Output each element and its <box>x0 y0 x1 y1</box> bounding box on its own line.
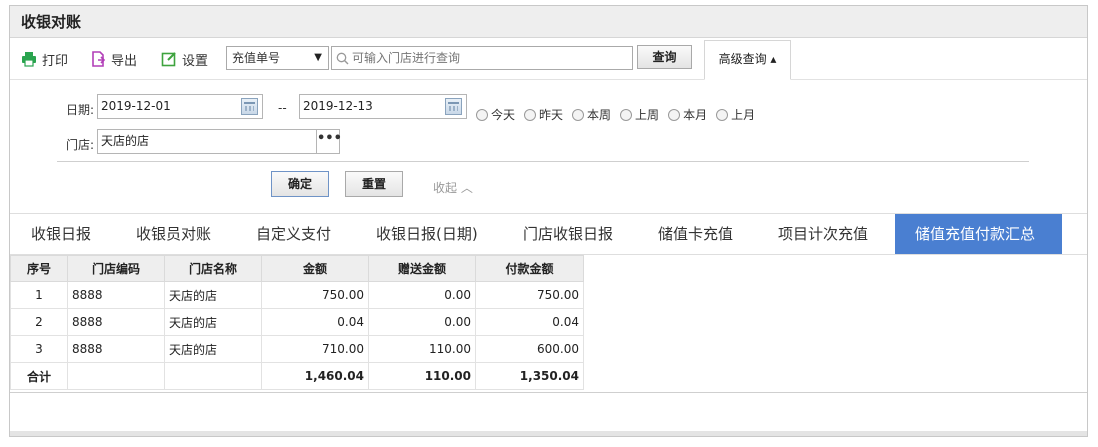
col-amount: 金额 <box>261 255 369 282</box>
date-to-input[interactable]: 2019-12-13 <box>299 94 467 119</box>
dropdown-arrow-icon: ▼ <box>314 52 322 63</box>
report-tabs: 收银日报 收银员对账 自定义支付 收银日报(日期) 门店收银日报 储值卡充值 项… <box>10 214 1087 255</box>
search-input[interactable] <box>352 51 622 65</box>
radio-last-month[interactable]: 上月 <box>716 106 755 123</box>
export-icon <box>90 51 106 67</box>
reset-button[interactable]: 重置 <box>345 171 403 197</box>
table-total-row: 合计 1,460.04 110.00 1,350.04 <box>10 362 584 390</box>
quick-range-radios: 今天 昨天 本周 上周 本月 上月 <box>476 106 764 123</box>
confirm-button[interactable]: 确定 <box>271 171 329 197</box>
radio-yesterday[interactable]: 昨天 <box>524 106 563 123</box>
horizontal-scrollbar[interactable] <box>10 431 1087 436</box>
tab-cashier-daily[interactable]: 收银日报 <box>31 214 91 254</box>
store-input[interactable]: 天店的店 <box>97 129 317 154</box>
tab-cashier-daily-by-date[interactable]: 收银日报(日期) <box>376 214 478 254</box>
calendar-icon[interactable] <box>445 98 462 115</box>
toolbar: 打印 导出 设置 充值单号 ▼ 查询 高级查询 ▴ <box>10 38 1087 80</box>
radio-circle-icon <box>572 108 585 121</box>
col-payment-amount: 付款金额 <box>475 255 584 282</box>
print-button[interactable]: 打印 <box>21 49 68 69</box>
calendar-icon[interactable] <box>241 98 258 115</box>
col-store-code: 门店编码 <box>67 255 165 282</box>
radio-circle-icon <box>716 108 729 121</box>
radio-this-month[interactable]: 本月 <box>668 106 707 123</box>
page-title: 收银对账 <box>10 6 1087 38</box>
query-button[interactable]: 查询 <box>637 45 692 69</box>
store-value: 天店的店 <box>101 134 150 148</box>
advanced-query-toggle[interactable]: 高级查询 ▴ <box>704 40 791 80</box>
tab-store-cashier-daily[interactable]: 门店收银日报 <box>523 214 613 254</box>
radio-circle-icon <box>524 108 537 121</box>
print-label: 打印 <box>42 53 69 69</box>
printer-icon <box>21 51 37 67</box>
settings-button[interactable]: 设置 <box>161 49 208 69</box>
collapse-toggle[interactable]: 收起 ︿ <box>433 179 473 196</box>
col-index: 序号 <box>10 255 68 282</box>
export-label: 导出 <box>111 53 138 69</box>
col-gift-amount: 赠送金额 <box>368 255 476 282</box>
edit-settings-icon <box>161 51 177 67</box>
tab-stored-recharge-payment-summary[interactable]: 储值充值付款汇总 <box>895 214 1062 254</box>
store-picker-button[interactable]: ••• <box>316 129 342 154</box>
search-type-value: 充值单号 <box>232 51 281 65</box>
date-from-value: 2019-12-01 <box>101 99 171 113</box>
tab-stored-card-recharge[interactable]: 储值卡充值 <box>658 214 733 254</box>
export-button[interactable]: 导出 <box>90 49 137 69</box>
radio-circle-icon <box>476 108 488 121</box>
table-header-row: 序号 门店编码 门店名称 金额 赠送金额 付款金额 <box>10 255 584 282</box>
table-row[interactable]: 1 8888 天店的店 750.00 0.00 750.00 <box>10 281 584 309</box>
date-to-value: 2019-12-13 <box>303 99 373 113</box>
tab-custom-payment[interactable]: 自定义支付 <box>256 214 331 254</box>
tab-cashier-reconcile[interactable]: 收银员对账 <box>136 214 211 254</box>
filter-divider <box>57 161 1029 162</box>
radio-today[interactable]: 今天 <box>476 106 515 123</box>
search-icon <box>336 52 349 64</box>
radio-last-week[interactable]: 上周 <box>620 106 659 123</box>
advanced-filter-panel: 日期: 2019-12-01 -- 2019-12-13 今天 昨天 本周 上周… <box>10 80 1087 214</box>
radio-circle-icon <box>620 108 633 121</box>
summary-table: 序号 门店编码 门店名称 金额 赠送金额 付款金额 1 8888 天店的店 75… <box>10 255 584 390</box>
table-row[interactable]: 3 8888 天店的店 710.00 110.00 600.00 <box>10 335 584 363</box>
date-label: 日期: <box>66 103 95 117</box>
table-row[interactable]: 2 8888 天店的店 0.04 0.00 0.04 <box>10 308 584 336</box>
radio-circle-icon <box>668 108 681 121</box>
tab-item-count-recharge[interactable]: 项目计次充值 <box>778 214 868 254</box>
cashier-reconciliation-window: 收银对账 打印 导出 设置 充值单号 ▼ 查询 <box>9 5 1088 437</box>
date-separator: -- <box>278 101 287 115</box>
settings-label: 设置 <box>182 53 209 69</box>
radio-this-week[interactable]: 本周 <box>572 106 611 123</box>
table-footer-divider <box>10 392 1087 393</box>
search-type-select[interactable]: 充值单号 ▼ <box>226 46 329 70</box>
col-store-name: 门店名称 <box>164 255 262 282</box>
date-from-input[interactable]: 2019-12-01 <box>97 94 263 119</box>
search-box <box>331 46 633 70</box>
store-label: 门店: <box>66 138 95 152</box>
